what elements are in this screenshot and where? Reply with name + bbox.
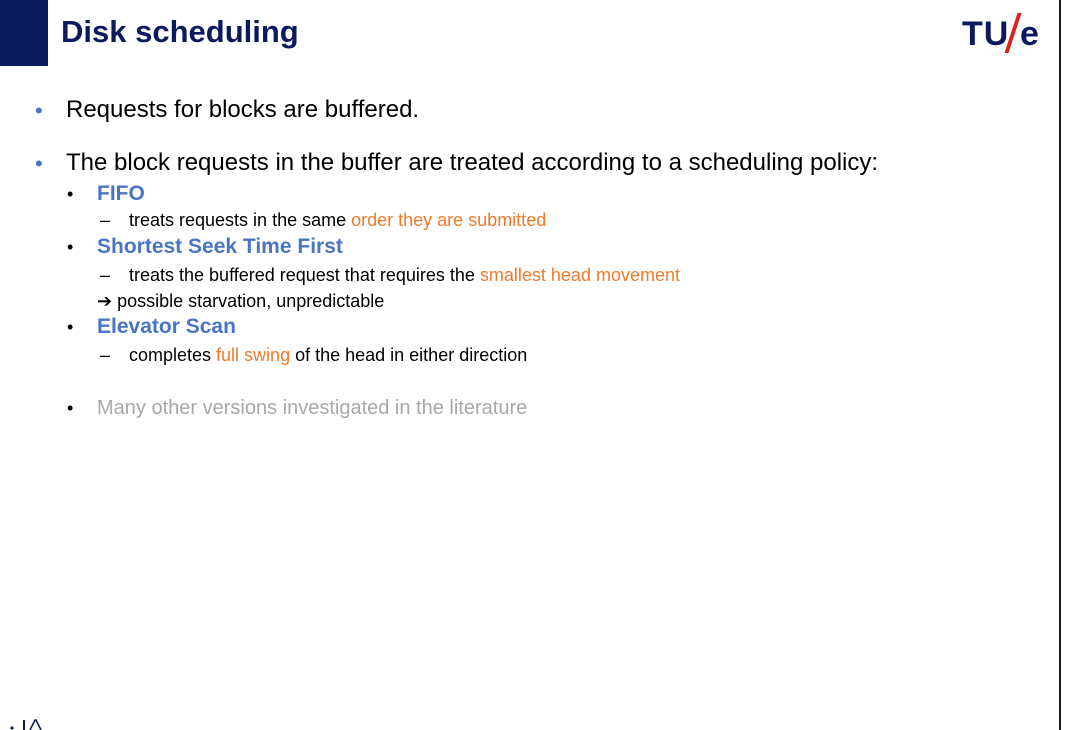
desc-highlight: order they are submitted xyxy=(351,210,547,230)
sub-bullet-icon: • xyxy=(67,398,74,418)
sub-bullet-icon: • xyxy=(67,184,74,204)
sstf-consequence: ➔ possible starvation, unpredictable xyxy=(97,290,384,312)
policy-heading-sstf: Shortest Seek Time First xyxy=(97,235,343,258)
sub-bullet-icon: • xyxy=(67,317,74,337)
desc-text: treats requests in the same xyxy=(129,210,352,230)
bullet-requests-buffered: Requests for blocks are buffered. xyxy=(66,96,420,123)
bullet-icon: • xyxy=(35,98,43,123)
desc-highlight: full swing xyxy=(216,345,291,365)
policy-heading-elevator: Elevator Scan xyxy=(97,315,236,338)
arrow-right-icon: ➔ xyxy=(97,291,113,311)
desc-highlight: smallest head movement xyxy=(479,265,680,285)
dash-icon: – xyxy=(100,265,111,285)
slide-right-border xyxy=(1059,0,1061,730)
tue-logo: TU e xyxy=(962,12,1046,56)
dash-icon: – xyxy=(100,345,111,365)
desc-text: completes xyxy=(129,345,217,365)
other-versions-note: Many other versions investigated in the … xyxy=(97,397,528,419)
consequence-text: possible starvation, unpredictable xyxy=(117,291,385,311)
logo-text-e: e xyxy=(1020,15,1039,53)
slide-title: Disk scheduling xyxy=(61,14,299,49)
logo-text-tu: TU xyxy=(962,15,1010,53)
policy-desc-sstf: treats the buffered request that require… xyxy=(129,264,680,286)
dash-icon: – xyxy=(100,210,111,230)
bullet-icon: • xyxy=(35,151,43,176)
desc-text: treats the buffered request that require… xyxy=(129,265,480,285)
desc-text: of the head in either direction xyxy=(290,345,528,365)
policy-desc-fifo: treats requests in the same order they a… xyxy=(129,209,546,231)
footer-logo-icon xyxy=(10,719,42,730)
sub-bullet-icon: • xyxy=(67,237,74,257)
bullet-scheduling-policy: The block requests in the buffer are tre… xyxy=(66,149,879,176)
policy-desc-elevator: completes full swing of the head in eith… xyxy=(129,344,527,366)
slide: Disk scheduling TU e • Requests for bloc… xyxy=(0,0,1059,730)
title-accent-block xyxy=(0,0,48,66)
policy-heading-fifo: FIFO xyxy=(97,182,145,205)
